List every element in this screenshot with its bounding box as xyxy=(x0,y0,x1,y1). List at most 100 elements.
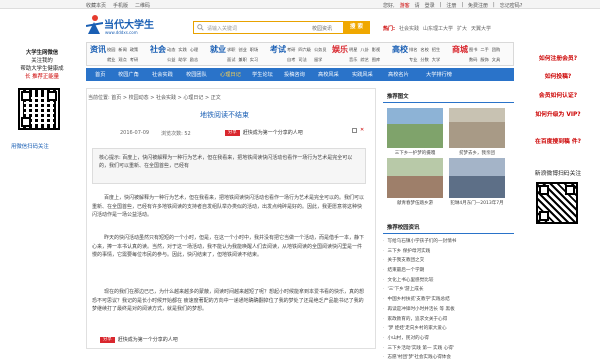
main-nav-item[interactable]: 首页 xyxy=(95,71,105,78)
nav-link[interactable]: 四六级 xyxy=(298,47,311,56)
nav-link[interactable]: 动态 xyxy=(167,47,175,56)
hot-term[interactable]: 社会实践 xyxy=(399,25,419,32)
nav-link[interactable]: 自考 xyxy=(287,57,295,66)
nav-link[interactable]: 名校 xyxy=(420,47,428,56)
hot-term[interactable]: 山东理工大学 xyxy=(423,25,453,32)
free-register-link[interactable]: 免费注册 xyxy=(468,2,488,9)
help-link-verify[interactable]: 会员如何认证? xyxy=(522,92,594,100)
nav-link[interactable]: 数码 xyxy=(469,57,477,66)
login-link[interactable]: 登录 xyxy=(425,2,435,9)
search-input[interactable]: 请输入关键词 xyxy=(207,25,237,32)
nav-group-title[interactable]: 就业 xyxy=(209,45,227,65)
nav-link[interactable]: 职场 xyxy=(250,47,258,56)
mobile-link[interactable]: 手机版 xyxy=(113,2,128,9)
main-nav-item[interactable]: 学生论坛 xyxy=(252,71,273,78)
nav-link[interactable]: 公益 xyxy=(167,57,175,66)
qrcode-link[interactable]: 二维码 xyxy=(135,2,150,9)
photo-caption[interactable]: 犯琳4月东门—2013年7月 xyxy=(447,200,507,206)
photo-caption[interactable]: 贫梦去乡，我亲团 xyxy=(447,150,507,156)
news-photo[interactable] xyxy=(387,108,443,148)
nav-group-title[interactable]: 娱乐 xyxy=(331,45,349,65)
nav-link[interactable]: 求职 xyxy=(227,47,235,56)
nav-link[interactable]: 就业 xyxy=(107,57,115,66)
site-logo[interactable]: 当代大学生 www.dddxs.com xyxy=(86,14,166,40)
search-scope-select[interactable]: 校园资讯 xyxy=(312,25,332,32)
share-button[interactable]: 分享 xyxy=(225,129,240,136)
main-nav-item[interactable]: 高校名片 xyxy=(388,71,409,78)
nav-link[interactable]: 团购 xyxy=(492,47,500,56)
forgot-password-link[interactable]: 忘记密码? xyxy=(500,2,523,9)
list-item[interactable]: 文化上书心里感觉比较 xyxy=(383,276,514,286)
nav-group-title[interactable]: 资讯 xyxy=(89,45,107,65)
nav-group-title[interactable]: 高校 xyxy=(391,45,409,65)
help-link-submit[interactable]: 如何投稿? xyxy=(522,73,594,81)
search-button[interactable]: 搜 索 xyxy=(343,21,370,34)
bookmark-link[interactable]: 收藏本页 xyxy=(86,2,106,9)
main-nav-item[interactable]: 社会实践 xyxy=(152,71,173,78)
nav-link[interactable]: 排名 xyxy=(409,47,417,56)
nav-link[interactable]: 新闻 xyxy=(118,47,126,56)
nav-link[interactable]: 司法 xyxy=(298,57,311,66)
main-nav-item[interactable]: 高校风采 xyxy=(318,71,339,78)
nav-link[interactable]: 校园 xyxy=(107,47,115,56)
main-nav-item[interactable]: 大学排行榜 xyxy=(426,71,452,78)
nav-link[interactable]: 综艺 xyxy=(360,57,368,66)
nav-link[interactable]: 助学 xyxy=(178,57,186,66)
nav-link[interactable]: 二手 xyxy=(480,47,488,56)
list-item[interactable]: 志愿'村团'梦'社会实践心得体会 xyxy=(383,353,514,363)
nav-link[interactable]: 实习 xyxy=(250,57,258,66)
nav-group-title[interactable]: 社会 xyxy=(149,45,167,65)
nav-link[interactable]: 考研 xyxy=(287,47,295,56)
hot-term[interactable]: 扩大 xyxy=(457,25,467,32)
list-item[interactable]: 写给乌石镇小学孩子们的一封情书 xyxy=(383,237,514,247)
nav-link[interactable]: 留学 xyxy=(314,57,327,66)
nav-link[interactable]: 考研 xyxy=(130,57,138,66)
nav-link[interactable]: 实践 xyxy=(178,47,186,56)
nav-link[interactable]: 兼职 xyxy=(238,57,246,66)
register-link[interactable]: 注册 xyxy=(446,2,456,9)
nav-link[interactable]: 八卦 xyxy=(360,47,368,56)
nav-link[interactable]: 面试 xyxy=(227,57,235,66)
list-item[interactable]: 家政教育的，追求文关于心得 xyxy=(383,315,514,325)
list-item[interactable]: '三'下乡'游上成长 xyxy=(383,285,514,295)
nav-link[interactable]: 专业 xyxy=(409,57,417,66)
nav-link[interactable]: 招生 xyxy=(432,47,440,56)
nav-link[interactable]: 公务员 xyxy=(314,47,327,56)
nav-link[interactable]: 创业 xyxy=(238,47,246,56)
hot-term[interactable]: 天翼大学 xyxy=(471,25,491,32)
main-nav-item[interactable]: 实践风采 xyxy=(352,71,373,78)
photo-caption[interactable]: 献青春梦伍踏乡游 xyxy=(385,200,445,206)
main-nav-item-current[interactable]: 心理日记 xyxy=(220,71,241,78)
nav-link[interactable]: 影视 xyxy=(372,47,380,56)
nav-link[interactable]: 观点 xyxy=(118,57,126,66)
list-item[interactable]: 结束最后一个学期 xyxy=(383,266,514,276)
nav-link[interactable]: 心理 xyxy=(190,47,198,56)
list-item[interactable]: 关于我支教团之交 xyxy=(383,256,514,266)
help-link-baidu[interactable]: 在百度搜到稿 件? xyxy=(522,138,594,146)
nav-link[interactable]: 图库 xyxy=(372,57,380,66)
list-item[interactable]: '梦 娃娃'走向乡村的家大爱心 xyxy=(383,324,514,334)
print-icon[interactable] xyxy=(352,128,357,133)
list-item[interactable]: 小山村，民对的心得 xyxy=(383,334,514,344)
news-photo[interactable] xyxy=(387,158,443,198)
main-nav-item[interactable]: 校园广角 xyxy=(118,71,139,78)
nav-link[interactable]: 文具 xyxy=(492,57,500,66)
list-item[interactable]: 中国乡村扶贫'支教学'实践总结 xyxy=(383,295,514,305)
main-nav-item[interactable]: 校园团队 xyxy=(186,71,207,78)
nav-link[interactable]: 励志 xyxy=(190,57,198,66)
help-link-register[interactable]: 如何注册会员? xyxy=(522,55,594,63)
news-photo[interactable] xyxy=(449,158,505,198)
main-nav-item[interactable]: 投稿咨询 xyxy=(284,71,305,78)
help-link-vip[interactable]: 如何升级为 VIP? xyxy=(522,111,594,119)
nav-link[interactable]: 音乐 xyxy=(349,57,357,66)
list-item[interactable]: 三下乡 保护母河实践 xyxy=(383,247,514,257)
share-button[interactable]: 分享 xyxy=(100,336,115,343)
nav-link[interactable]: 分数 xyxy=(420,57,428,66)
close-icon[interactable]: ✕ xyxy=(360,128,364,133)
news-photo[interactable] xyxy=(449,108,505,148)
list-item[interactable]: 再读是冲锋时小时并活长 等 黑板 xyxy=(383,305,514,315)
nav-group-title[interactable]: 商城 xyxy=(451,45,469,65)
nav-link[interactable]: 图书 xyxy=(469,47,477,56)
nav-link[interactable]: 大学 xyxy=(432,57,440,66)
nav-link[interactable]: 政策 xyxy=(130,47,138,56)
